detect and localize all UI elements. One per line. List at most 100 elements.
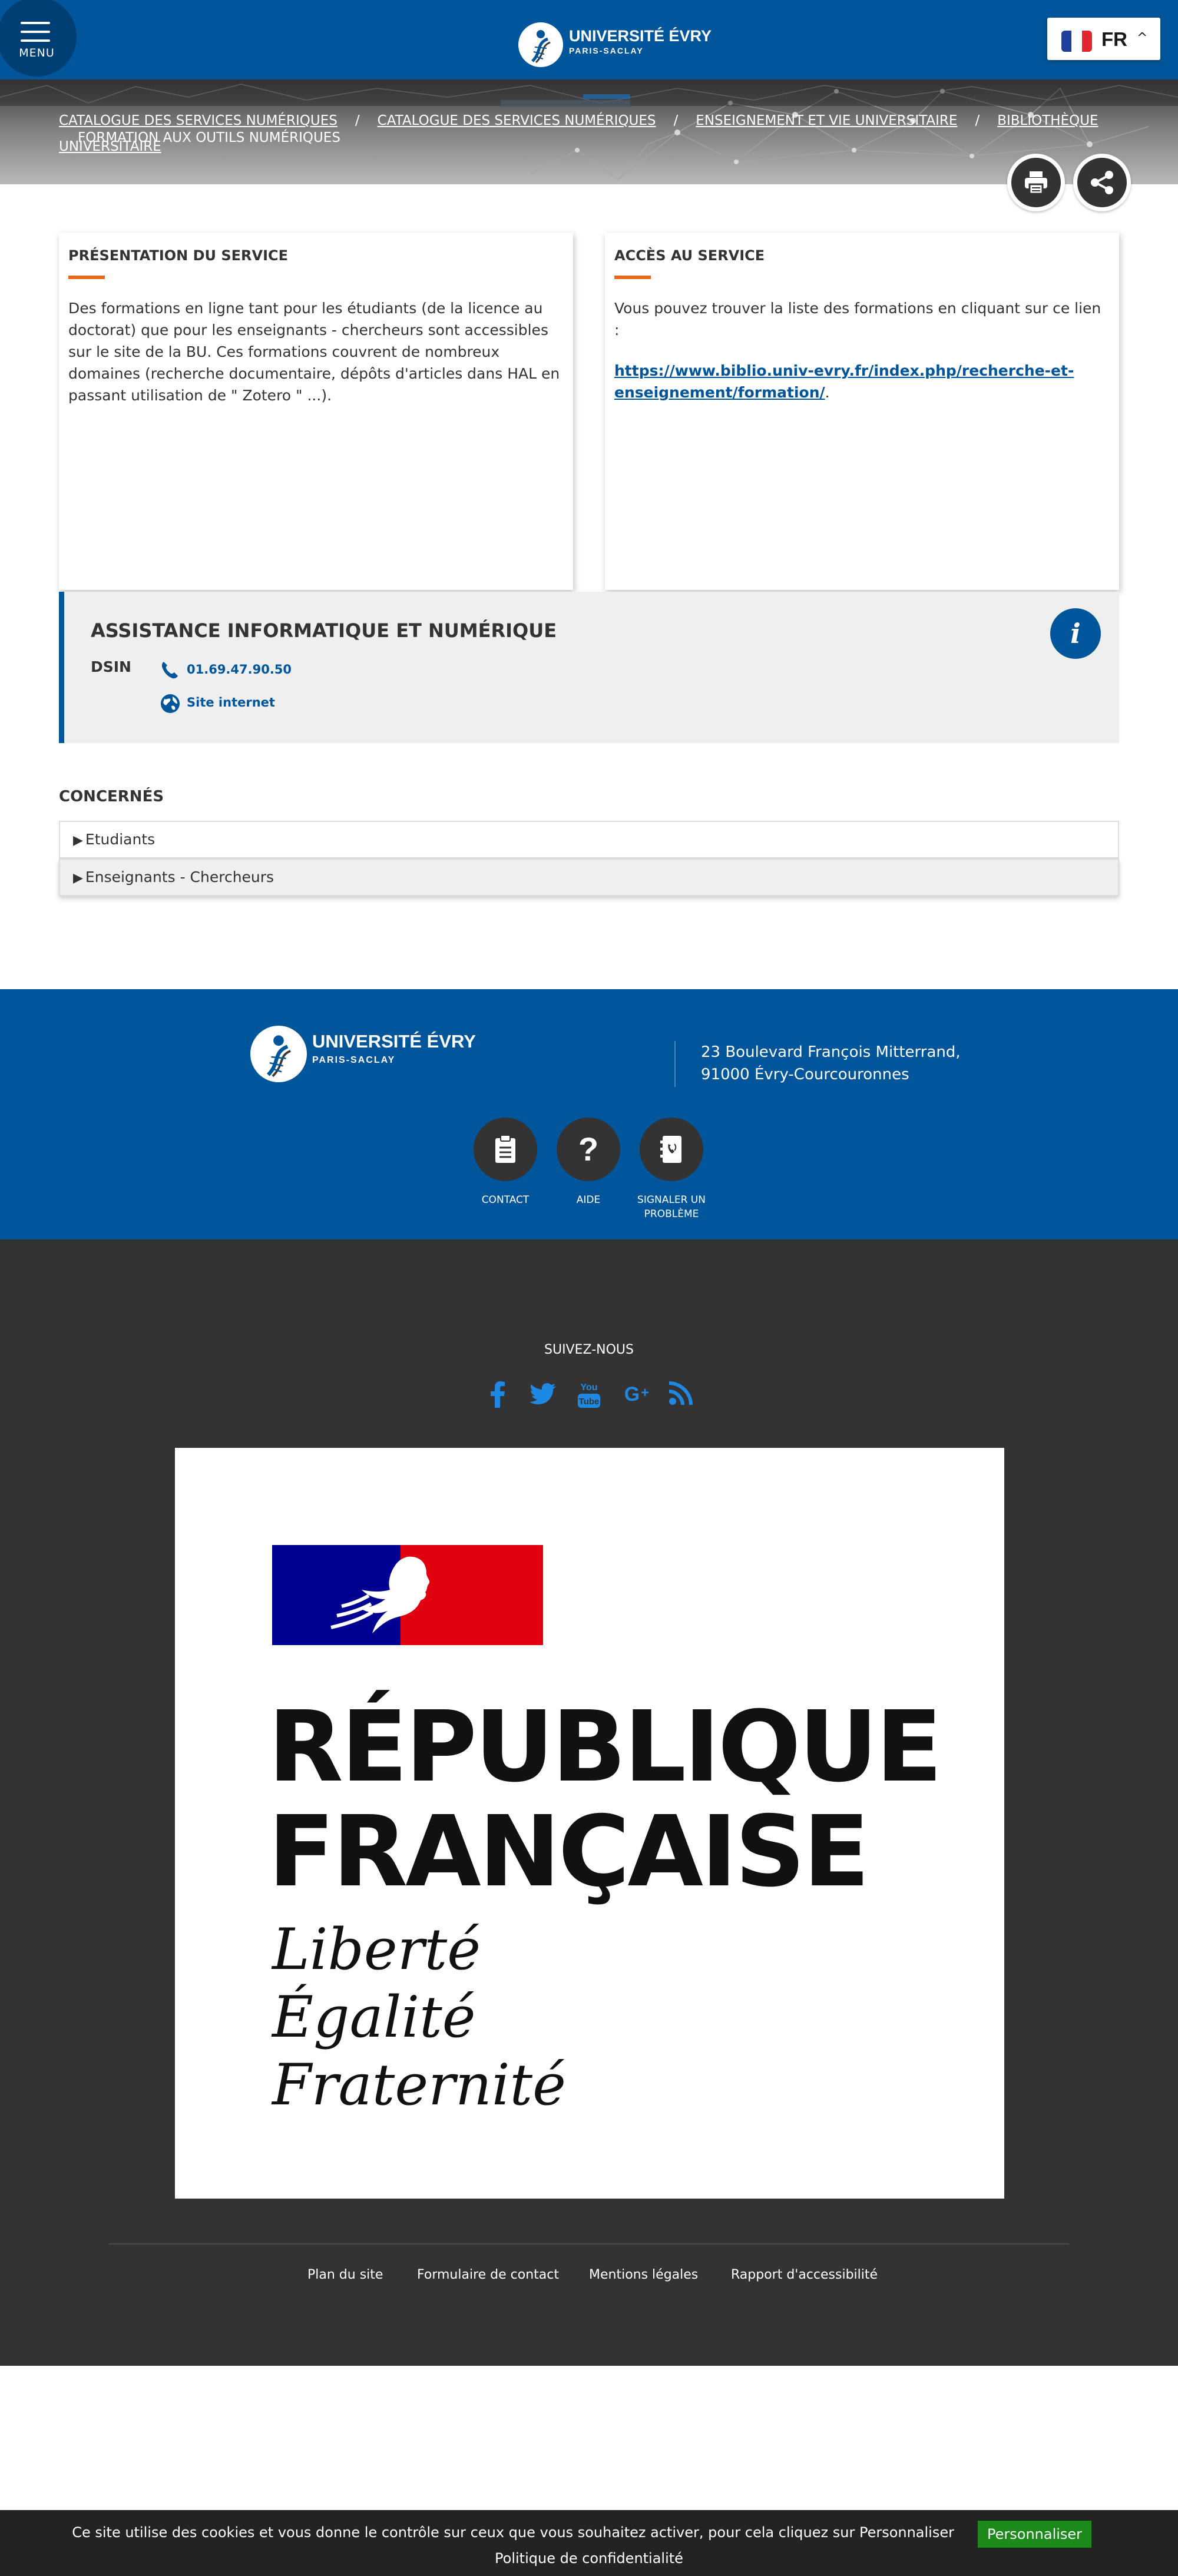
republique-motto: Liberté Égalité Fraternité	[272, 1916, 566, 2119]
assistance-panel: ASSISTANCE INFORMATIQUE ET NUMÉRIQUE DSI…	[59, 592, 1119, 743]
follow-us-label: SUIVEZ-NOUS	[544, 1342, 634, 1357]
footer-main: SUIVEZ-NOUS You Tube G + RÉPUBLIQUE FRAN…	[0, 1239, 1178, 2366]
access-trailing: .	[825, 384, 830, 401]
motto-line: Égalité	[272, 1984, 476, 2050]
clipboard-icon	[474, 1118, 537, 1181]
svg-text:?: ?	[578, 1133, 598, 1165]
footer-links-divider	[109, 2243, 1069, 2245]
contact-button[interactable]: CONTACT	[464, 1118, 547, 1207]
help-button[interactable]: ? AIDE	[547, 1118, 630, 1207]
language-code: FR	[1101, 28, 1127, 50]
access-link-line: https://www.biblio.univ-evry.fr/index.ph…	[614, 360, 1109, 403]
breadcrumb-separator: /	[975, 113, 980, 128]
title-underline	[68, 276, 105, 279]
phone-icon	[161, 662, 178, 679]
university-logo[interactable]: UNIVERSITÉ ÉVRY PARIS-SACLAY	[518, 18, 712, 67]
assistance-website: Site internet	[187, 695, 275, 710]
hamburger-icon	[21, 22, 50, 48]
printer-icon	[1025, 171, 1047, 195]
republique-francaise-logo: RÉPUBLIQUE FRANÇAISE Liberté Égalité Fra…	[175, 1448, 1004, 2199]
print-button[interactable]	[1007, 154, 1065, 211]
footer-address: 23 Boulevard François Mitterrand, 91000 …	[701, 1041, 961, 1086]
share-icon	[1091, 171, 1113, 194]
title-underline	[614, 276, 651, 279]
question-icon: ?	[557, 1118, 620, 1181]
assistance-title: ASSISTANCE INFORMATIQUE ET NUMÉRIQUE	[91, 619, 557, 642]
breadcrumb-item[interactable]: CATALOGUE DES SERVICES NUMÉRIQUES	[378, 113, 656, 128]
svg-text:+: +	[641, 1385, 649, 1401]
svg-text:You: You	[580, 1383, 597, 1393]
facebook-icon	[491, 1381, 505, 1408]
rss-link[interactable]	[663, 1380, 699, 1415]
report-problem-button[interactable]: SIGNALER UN PROBLÈME	[630, 1118, 713, 1221]
concernes-title: CONCERNÉS	[59, 788, 164, 805]
formations-link[interactable]: https://www.biblio.univ-evry.fr/index.ph…	[614, 362, 1074, 401]
cookie-message: Ce site utilise des cookies et vous donn…	[72, 2524, 954, 2541]
privacy-policy-link[interactable]: Politique de confidentialité	[0, 2550, 1178, 2567]
language-selector[interactable]: FR ^	[1047, 18, 1160, 60]
svg-text:Tube: Tube	[579, 1397, 600, 1407]
accessibility-report-link[interactable]: Rapport d'accessibilité	[731, 2267, 878, 2282]
republique-title: RÉPUBLIQUE FRANÇAISE	[268, 1690, 942, 1909]
info-icon: i	[1050, 608, 1101, 659]
presentation-card: PRÉSENTATION DU SERVICE Des formations e…	[59, 233, 573, 590]
access-title: ACCÈS AU SERVICE	[614, 247, 765, 264]
accordion-label: Etudiants	[85, 831, 155, 848]
google-plus-icon: G +	[624, 1383, 649, 1405]
expand-arrow-icon: ▶	[73, 833, 83, 848]
access-card: ACCÈS AU SERVICE Vous pouvez trouver la …	[605, 233, 1119, 590]
presentation-text: Des formations en ligne tant pour les ét…	[68, 300, 560, 404]
footer-logo-subtitle: PARIS-SACLAY	[312, 1055, 396, 1065]
footer-contact-band: UNIVERSITÉ ÉVRY PARIS-SACLAY 23 Boulevar…	[0, 989, 1178, 1239]
expand-arrow-icon: ▶	[73, 871, 83, 886]
sitemap-link[interactable]: Plan du site	[307, 2267, 383, 2282]
rss-icon	[669, 1381, 693, 1405]
assistance-phone: 01.69.47.90.50	[187, 662, 292, 677]
address-line: 23 Boulevard François Mitterrand,	[701, 1043, 961, 1061]
contacts-book-icon	[640, 1118, 703, 1181]
breadcrumb-separator: /	[355, 113, 360, 128]
french-flag-icon	[1061, 31, 1092, 52]
access-intro: Vous pouvez trouver la liste des formati…	[614, 300, 1101, 339]
youtube-icon: You Tube	[578, 1383, 600, 1408]
motto-line: Liberté	[272, 1917, 481, 1982]
republique-line: FRANÇAISE	[268, 1795, 870, 1909]
breadcrumb-current: FORMATION AUX OUTILS NUMÉRIQUES	[78, 130, 340, 145]
share-button[interactable]	[1073, 154, 1131, 211]
assistance-org: DSIN	[91, 658, 131, 675]
svg-text:G: G	[624, 1383, 640, 1405]
globe-icon	[161, 694, 180, 713]
logo-emblem-icon	[518, 22, 563, 67]
footer-divider	[674, 1041, 676, 1087]
marianne-emblem-icon	[272, 1545, 543, 1645]
legal-notice-link[interactable]: Mentions légales	[589, 2267, 698, 2282]
facebook-link[interactable]	[480, 1380, 515, 1415]
republique-line: RÉPUBLIQUE	[268, 1690, 942, 1804]
accordion-label: Enseignants - Chercheurs	[85, 868, 274, 886]
breadcrumb-item[interactable]: ENSEIGNEMENT ET VIE UNIVERSITAIRE	[696, 113, 957, 128]
logo-name: UNIVERSITÉ ÉVRY	[569, 27, 712, 45]
contact-form-link[interactable]: Formulaire de contact	[417, 2267, 559, 2282]
help-label: AIDE	[576, 1194, 601, 1206]
menu-button[interactable]: MENU	[0, 0, 77, 77]
cookie-banner: Ce site utilise des cookies et vous donn…	[0, 2510, 1178, 2576]
top-header: MENU UNIVERSITÉ ÉVRY PARIS-SACLAY FR ^	[0, 0, 1178, 79]
footer-logo[interactable]: UNIVERSITÉ ÉVRY PARIS-SACLAY	[250, 1026, 476, 1085]
youtube-link[interactable]: You Tube	[571, 1380, 607, 1415]
twitter-link[interactable]	[525, 1380, 561, 1415]
accordion-item[interactable]: ▶ Enseignants - Chercheurs	[59, 858, 1119, 896]
twitter-icon	[530, 1383, 556, 1404]
breadcrumb-separator: /	[673, 113, 679, 128]
accordion-item[interactable]: ▶ Etudiants	[59, 821, 1119, 858]
contact-label: CONTACT	[481, 1194, 530, 1206]
menu-label: MENU	[19, 47, 55, 59]
footer-logo-name: UNIVERSITÉ ÉVRY	[312, 1031, 476, 1052]
logo-subtitle: PARIS-SACLAY	[569, 46, 644, 55]
chevron-up-icon: ^	[1137, 31, 1148, 45]
customize-cookies-button[interactable]: Personnaliser	[978, 2521, 1092, 2548]
breadcrumb-item[interactable]: CATALOGUE DES SERVICES NUMÉRIQUES	[59, 113, 337, 128]
google-plus-link[interactable]: G +	[617, 1380, 652, 1415]
report-problem-label: SIGNALER UN PROBLÈME	[637, 1194, 706, 1220]
access-text: Vous pouvez trouver la liste des formati…	[614, 297, 1109, 403]
presentation-title: PRÉSENTATION DU SERVICE	[68, 247, 289, 264]
